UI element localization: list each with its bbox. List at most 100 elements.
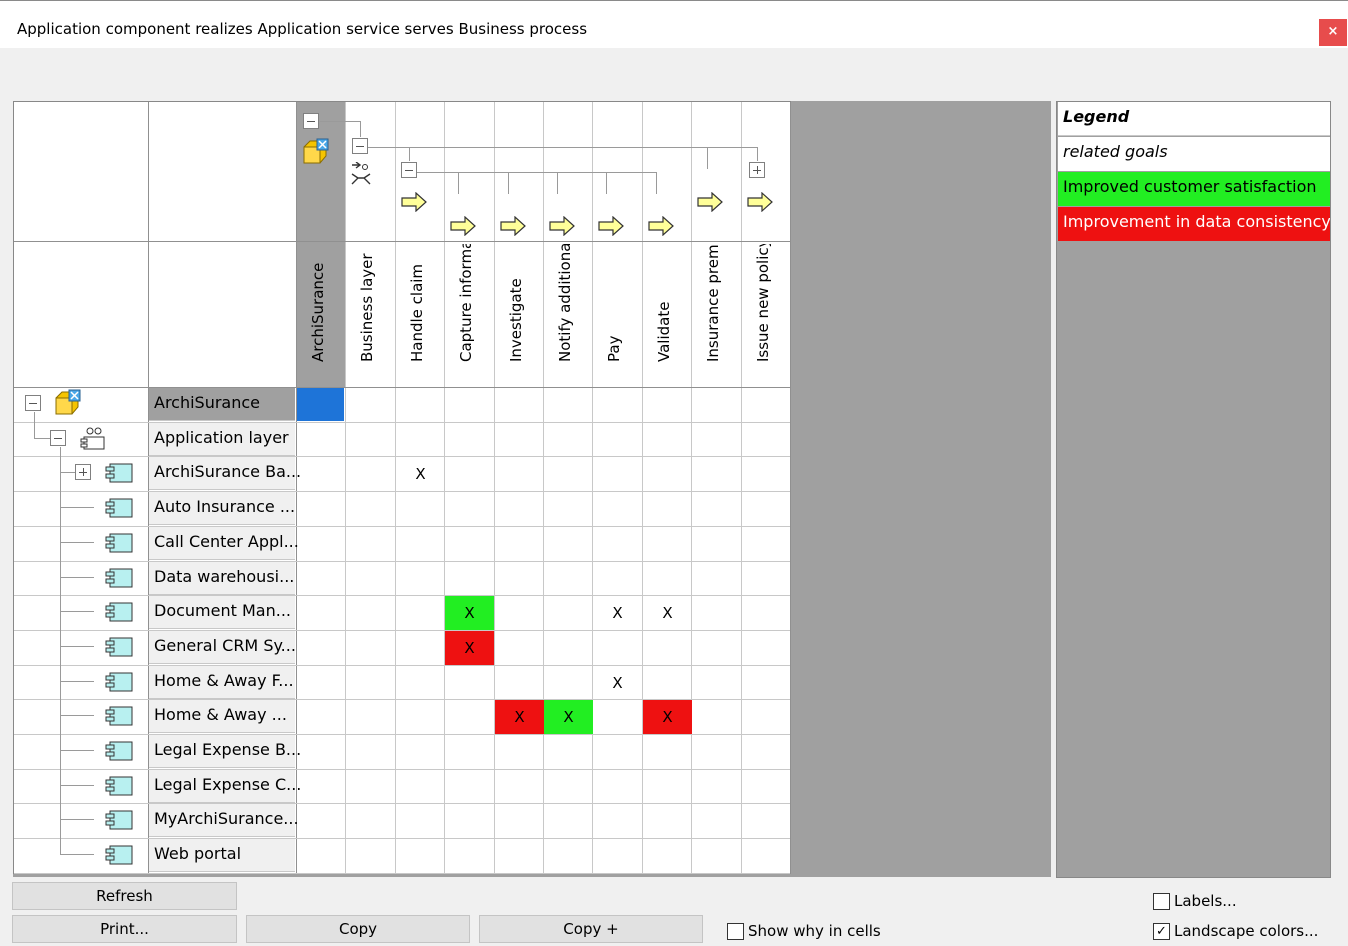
process-arrow-icon — [648, 215, 674, 237]
column-label[interactable]: Insurance premi — [704, 244, 722, 362]
column-label[interactable]: Business layer — [358, 244, 376, 362]
legend-item-improved-customer-satisfaction: Improved customer satisfaction — [1058, 172, 1330, 206]
legend-title: Legend — [1058, 102, 1330, 136]
grid-line — [741, 102, 742, 874]
matrix-cell-mark[interactable]: X — [396, 457, 445, 491]
copy-plus-button[interactable]: Copy + — [479, 915, 703, 943]
process-arrow-icon — [697, 191, 723, 213]
tree-connector — [34, 412, 35, 438]
collapse-toggle[interactable] — [25, 395, 41, 411]
row-label[interactable]: Data warehousi... — [154, 567, 294, 586]
landscape-checkbox-box[interactable]: ✓ — [1153, 923, 1170, 940]
application-component-icon — [104, 705, 134, 727]
row-label[interactable]: Web portal — [154, 844, 241, 863]
tree-connector — [557, 172, 558, 194]
row-label[interactable]: Home & Away ... — [154, 705, 287, 724]
tree-connector — [60, 542, 94, 543]
application-component-icon — [104, 532, 134, 554]
row-label[interactable]: Home & Away F... — [154, 671, 294, 690]
matrix-cell-mark[interactable]: X — [593, 666, 642, 700]
grid-line — [14, 630, 790, 631]
column-label[interactable]: Handle claim — [408, 244, 426, 362]
grid-line — [14, 769, 790, 770]
legend-item-improvement-in-data-consistency: Improvement in data consistency — [1058, 207, 1330, 241]
grid-line — [14, 387, 790, 388]
column-label[interactable]: Capture informa — [457, 244, 475, 362]
expand-toggle[interactable] — [75, 464, 91, 480]
row-label[interactable]: MyArchiSurance... — [154, 809, 299, 828]
tree-connector — [60, 750, 94, 751]
collapse-toggle[interactable] — [352, 138, 368, 154]
grid-line — [14, 873, 790, 874]
tree-connector — [360, 121, 361, 137]
matrix-cell-mark[interactable]: X — [643, 700, 692, 734]
matrix-cell-mark[interactable]: X — [643, 596, 692, 630]
labels-checkbox-box[interactable] — [1153, 893, 1170, 910]
tree-connector — [656, 172, 657, 194]
show-why-label: Show why in cells — [748, 922, 881, 940]
application-component-icon — [104, 740, 134, 762]
tree-connector — [508, 172, 509, 194]
grid-line — [494, 102, 495, 874]
matrix-cell-mark[interactable]: X — [593, 596, 642, 630]
collapse-toggle[interactable] — [303, 113, 319, 129]
matrix-cell-mark[interactable]: X — [495, 700, 544, 734]
tree-connector — [458, 172, 459, 194]
grid-line — [691, 102, 692, 874]
row-label[interactable]: Call Center Appl... — [154, 532, 299, 551]
tree-connector — [60, 472, 75, 473]
tree-connector — [60, 611, 94, 612]
row-label[interactable]: Application layer — [154, 428, 289, 447]
collapse-toggle[interactable] — [50, 430, 66, 446]
row-label[interactable]: Legal Expense B... — [154, 740, 301, 759]
collapse-toggle[interactable] — [401, 162, 417, 178]
grid-line — [14, 803, 790, 804]
matrix-cell-mark[interactable]: X — [544, 700, 593, 734]
grid-line — [14, 491, 790, 492]
legend-panel: Legend related goals Improved customer s… — [1056, 101, 1331, 878]
column-label[interactable]: Validate — [655, 244, 673, 362]
process-arrow-icon — [401, 191, 427, 213]
show-why-checkbox-box[interactable] — [727, 923, 744, 940]
row-label[interactable]: ArchiSurance Ba... — [154, 462, 301, 481]
row-label[interactable]: ArchiSurance — [154, 393, 260, 412]
tree-connector — [707, 147, 708, 169]
row-label[interactable]: General CRM Sy... — [154, 636, 296, 655]
column-label[interactable]: ArchiSurance — [309, 244, 327, 362]
grid-line — [14, 241, 790, 242]
selected-cell[interactable] — [297, 388, 344, 421]
column-label[interactable]: Pay — [605, 244, 623, 362]
row-label[interactable]: Document Man... — [154, 601, 291, 620]
tree-connector — [60, 447, 61, 855]
grid-line — [14, 734, 790, 735]
refresh-button[interactable]: Refresh — [12, 882, 237, 910]
tree-connector — [757, 147, 758, 161]
process-arrow-icon — [450, 215, 476, 237]
grid-line — [790, 102, 791, 874]
process-arrow-icon — [598, 215, 624, 237]
row-label[interactable]: Auto Insurance ... — [154, 497, 295, 516]
tree-connector — [60, 577, 94, 578]
process-arrow-icon — [747, 191, 773, 213]
matrix-cell-mark[interactable]: X — [445, 596, 494, 630]
application-component-icon — [104, 636, 134, 658]
tree-connector — [60, 646, 94, 647]
print-button[interactable]: Print... — [12, 915, 237, 943]
landscape-label: Landscape colors... — [1174, 922, 1319, 940]
row-label[interactable]: Legal Expense C... — [154, 775, 301, 794]
close-button[interactable]: × — [1319, 19, 1347, 46]
expand-toggle[interactable] — [749, 162, 765, 178]
column-label[interactable]: Notify additiona — [556, 244, 574, 362]
column-label[interactable]: Issue new policy — [754, 244, 772, 362]
application-component-icon — [104, 601, 134, 623]
matrix-cell-mark[interactable]: X — [445, 631, 494, 665]
copy-button[interactable]: Copy — [246, 915, 470, 943]
legend-subtitle: related goals — [1058, 137, 1330, 171]
grid-line — [345, 102, 346, 874]
application-layer-icon — [80, 427, 110, 450]
process-arrow-icon — [500, 215, 526, 237]
column-label[interactable]: Investigate — [507, 244, 525, 362]
application-component-icon — [104, 567, 134, 589]
application-component-icon — [104, 671, 134, 693]
tree-connector — [320, 121, 360, 122]
